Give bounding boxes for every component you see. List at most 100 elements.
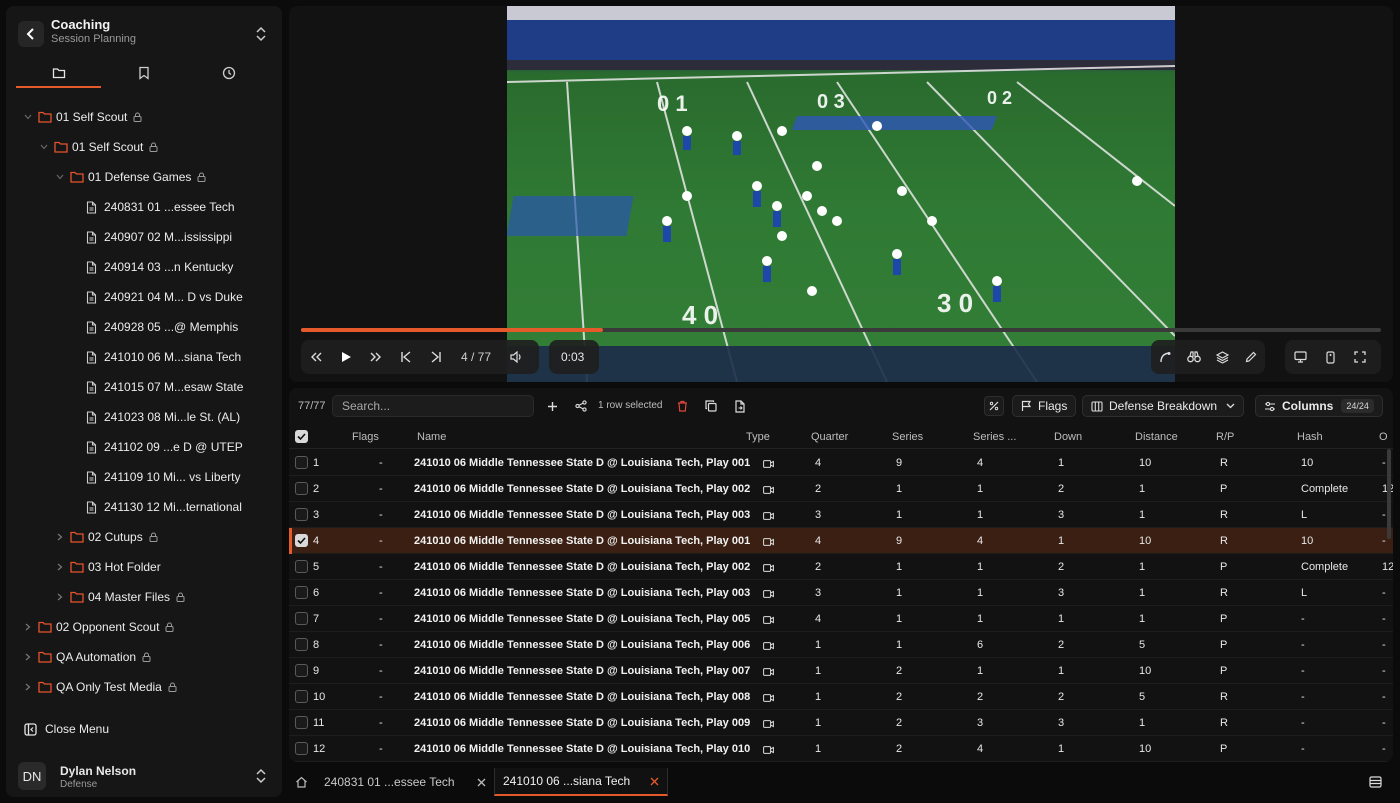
table-row[interactable]: 12-241010 06 Middle Tennessee State D @ … (289, 736, 1393, 762)
row-checkbox[interactable] (295, 664, 308, 677)
column-header-type[interactable]: Type (746, 431, 770, 443)
app-switcher[interactable]: Coaching Session Planning (18, 16, 270, 52)
delete-button[interactable] (673, 397, 691, 415)
tab-bookmarks[interactable] (101, 58, 186, 88)
chevron-up-down-icon[interactable] (254, 24, 268, 44)
column-header-flags[interactable]: Flags (352, 431, 379, 443)
table-scrollbar[interactable] (1387, 449, 1391, 539)
table-row[interactable]: 7 - 241010 06 Middle Tennessee State D @ L… (289, 606, 1393, 632)
tree-folder[interactable]: 02 Cutups (54, 522, 158, 552)
close-tab-1-button[interactable] (477, 768, 486, 796)
table-row[interactable]: 4 - 241010 06 Middle Tennessee State D @ L… (289, 528, 1393, 554)
column-header-o[interactable]: O (1379, 431, 1388, 443)
tree-file[interactable]: 241130 12 Mi...ternational (70, 492, 242, 522)
fullscreen-button[interactable] (1345, 342, 1375, 372)
tab-history[interactable] (187, 58, 272, 88)
panel-layout-button[interactable] (1369, 768, 1382, 796)
row-checkbox[interactable] (295, 690, 308, 703)
table-row[interactable]: 6 - 241010 06 Middle Tennessee State D @ L… (289, 580, 1393, 606)
table-row[interactable]: 8 - 241010 06 Middle Tennessee State D @ L… (289, 632, 1393, 658)
video-frame[interactable]: 0 1 0 3 0 2 4 0 3 0 (507, 6, 1175, 382)
row-checkbox[interactable] (295, 742, 308, 755)
table-row[interactable]: 3 - 241010 06 Middle Tennessee State D @ L… (289, 502, 1393, 528)
progress-bar[interactable] (301, 328, 1381, 332)
table-row[interactable]: 5 - 241010 06 Middle Tennessee State D @ L… (289, 554, 1393, 580)
columns-button[interactable]: Columns 24/24 (1255, 395, 1383, 417)
chevron-right-icon[interactable] (54, 593, 66, 601)
tree-file[interactable]: 240928 05 ...@ Memphis (70, 312, 238, 342)
table-row[interactable]: 9 - 241010 06 Middle Tennessee State D @ L… (289, 658, 1393, 684)
tree-folder[interactable]: 01 Defense Games (54, 162, 206, 192)
chevron-right-icon[interactable] (54, 533, 66, 541)
binoculars-button[interactable] (1180, 342, 1209, 372)
tree-folder[interactable]: 04 Master Files (54, 582, 185, 612)
tree-file[interactable]: 241015 07 M...esaw State (70, 372, 243, 402)
column-header-series-2[interactable]: Series ... (973, 431, 1016, 443)
share-button[interactable] (572, 397, 590, 415)
column-header-name[interactable]: Name (417, 431, 446, 443)
chevron-right-icon[interactable] (22, 653, 34, 661)
tree-folder[interactable]: QA Automation (22, 642, 151, 672)
telestrate-button[interactable] (1151, 342, 1180, 372)
flags-filter-button[interactable]: Flags (1012, 395, 1077, 417)
tree-file[interactable]: 241023 08 Mi...le St. (AL) (70, 402, 240, 432)
row-checkbox[interactable] (295, 586, 308, 599)
chevron-right-icon[interactable] (54, 563, 66, 571)
row-checkbox[interactable] (295, 638, 308, 651)
present-button[interactable] (1285, 342, 1315, 372)
table-row[interactable]: 10 - 241010 06 Middle Tennessee State D @ … (289, 684, 1393, 710)
copy-button[interactable] (702, 397, 720, 415)
tree-folder[interactable]: 01 Self Scout (38, 132, 158, 162)
row-checkbox[interactable] (295, 456, 308, 469)
tree-file[interactable]: 241102 09 ...e D @ UTEP (70, 432, 243, 462)
tab-folders[interactable] (16, 58, 102, 88)
tree-file[interactable]: 241109 10 Mi... vs Liberty (70, 462, 241, 492)
tree-folder[interactable]: 02 Opponent Scout (22, 612, 174, 642)
column-header-quarter[interactable]: Quarter (811, 431, 848, 443)
add-button[interactable] (543, 397, 561, 415)
close-menu-button[interactable]: Close Menu (24, 714, 109, 744)
column-header-series[interactable]: Series (892, 431, 923, 443)
table-row[interactable]: 11-241010 06 Middle Tennessee State D @ … (289, 710, 1393, 736)
row-checkbox[interactable] (295, 560, 308, 573)
tree-file[interactable]: 240921 04 M... D vs Duke (70, 282, 243, 312)
tree-folder[interactable]: 01 Self Scout (22, 102, 142, 132)
document-tab-1[interactable]: 240831 01 ...essee Tech (324, 768, 455, 796)
user-switcher[interactable]: DN Dylan Nelson Defense (18, 758, 270, 794)
search-input[interactable] (332, 395, 534, 417)
remote-button[interactable] (1315, 342, 1345, 372)
table-row[interactable]: 1 - 241010 06 Middle Tennessee State D @ L… (289, 450, 1393, 476)
column-header-down[interactable]: Down (1054, 431, 1082, 443)
tree-folder[interactable]: 03 Hot Folder (54, 552, 161, 582)
column-header-hash[interactable]: Hash (1297, 431, 1323, 443)
row-checkbox[interactable] (295, 508, 308, 521)
volume-button[interactable] (501, 342, 531, 372)
tree-file[interactable]: 240831 01 ...essee Tech (70, 192, 235, 222)
column-header-distance[interactable]: Distance (1135, 431, 1178, 443)
chevron-down-icon[interactable] (54, 174, 66, 180)
chevron-down-icon[interactable] (38, 144, 50, 150)
row-checkbox[interactable] (295, 482, 308, 495)
tree-file[interactable]: 240907 02 M...ississippi (70, 222, 232, 252)
tree-file[interactable]: 240914 03 ...n Kentucky (70, 252, 233, 282)
export-button[interactable] (731, 397, 749, 415)
back-chevron-icon[interactable] (18, 21, 44, 47)
play-button[interactable] (331, 342, 361, 372)
video-player[interactable]: 0 1 0 3 0 2 4 0 3 0 4 / 77 0:03 (289, 6, 1393, 382)
percent-button[interactable] (984, 396, 1004, 416)
previous-clip-button[interactable] (391, 342, 421, 372)
next-clip-button[interactable] (421, 342, 451, 372)
chevron-right-icon[interactable] (22, 683, 34, 691)
column-header-rp[interactable]: R/P (1216, 431, 1234, 443)
tree-folder[interactable]: QA Only Test Media (22, 672, 177, 702)
layers-button[interactable] (1208, 342, 1237, 372)
rewind-button[interactable] (301, 342, 331, 372)
draw-button[interactable] (1237, 342, 1266, 372)
chevron-up-down-icon[interactable] (254, 766, 268, 786)
row-checkbox[interactable] (295, 534, 308, 547)
close-icon[interactable] (650, 777, 659, 786)
tree-file[interactable]: 241010 06 M...siana Tech (70, 342, 241, 372)
row-checkbox[interactable] (295, 612, 308, 625)
home-tab[interactable] (295, 768, 308, 796)
document-tab-2[interactable]: 241010 06 ...siana Tech (494, 768, 668, 796)
